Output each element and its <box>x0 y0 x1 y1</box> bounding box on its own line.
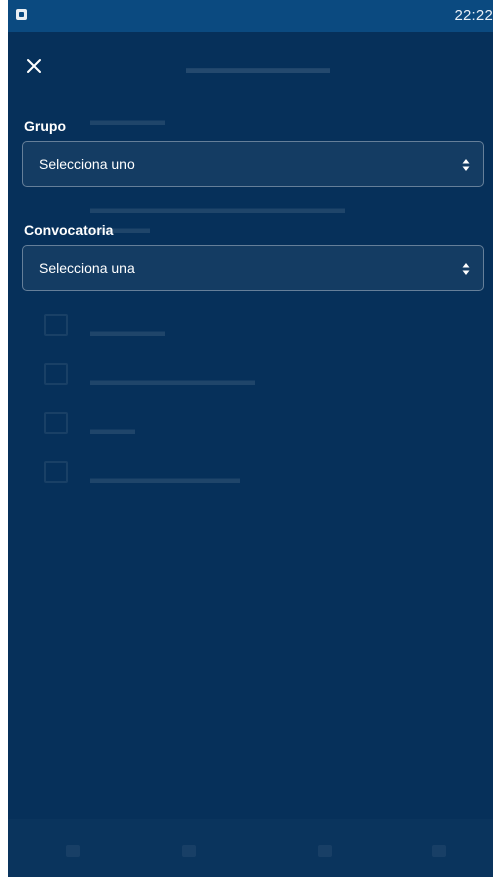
background-checkbox <box>44 363 68 385</box>
app-badge-icon <box>16 9 27 20</box>
call-label: Convocatoria <box>24 222 114 238</box>
background-checkbox <box>44 412 68 434</box>
updown-arrows-icon <box>462 263 470 275</box>
background-checkbox <box>44 314 68 336</box>
background-bottom-bar <box>8 819 493 877</box>
background-title-placeholder: ▬▬▬▬▬▬▬▬▬ <box>186 60 330 77</box>
group-label: Grupo <box>24 118 66 134</box>
close-button[interactable] <box>22 54 46 78</box>
background-item-placeholder: ▬▬▬▬▬ <box>90 323 165 340</box>
app-screen: 22:22 ▬▬▬▬▬▬▬▬▬ ▬▬▬▬▬ ▬▬▬▬▬▬▬▬▬▬▬▬▬▬▬▬▬ … <box>8 0 493 877</box>
background-tab-icon <box>432 845 446 857</box>
group-select[interactable]: Selecciona uno <box>22 141 484 187</box>
group-select-value: Selecciona uno <box>39 156 135 172</box>
background-item-placeholder: ▬▬▬▬▬▬▬▬▬▬▬ <box>90 372 255 389</box>
background-item-placeholder: ▬▬▬▬▬▬▬▬▬▬ <box>90 470 240 487</box>
call-select-value: Selecciona una <box>39 260 135 276</box>
background-tab-icon <box>182 845 196 857</box>
background-checkbox <box>44 461 68 483</box>
call-select[interactable]: Selecciona una <box>22 245 484 291</box>
close-icon <box>27 59 41 73</box>
background-tab-icon <box>318 845 332 857</box>
status-time: 22:22 <box>454 7 493 24</box>
updown-arrows-icon <box>462 159 470 171</box>
background-item-placeholder: ▬▬▬▬▬▬▬▬▬▬▬▬▬▬▬▬▬ <box>90 200 345 217</box>
status-bar: 22:22 <box>8 0 493 32</box>
background-item-placeholder: ▬▬▬▬▬ <box>90 112 165 129</box>
background-tab-icon <box>66 845 80 857</box>
background-item-placeholder: ▬▬▬ <box>90 421 135 438</box>
